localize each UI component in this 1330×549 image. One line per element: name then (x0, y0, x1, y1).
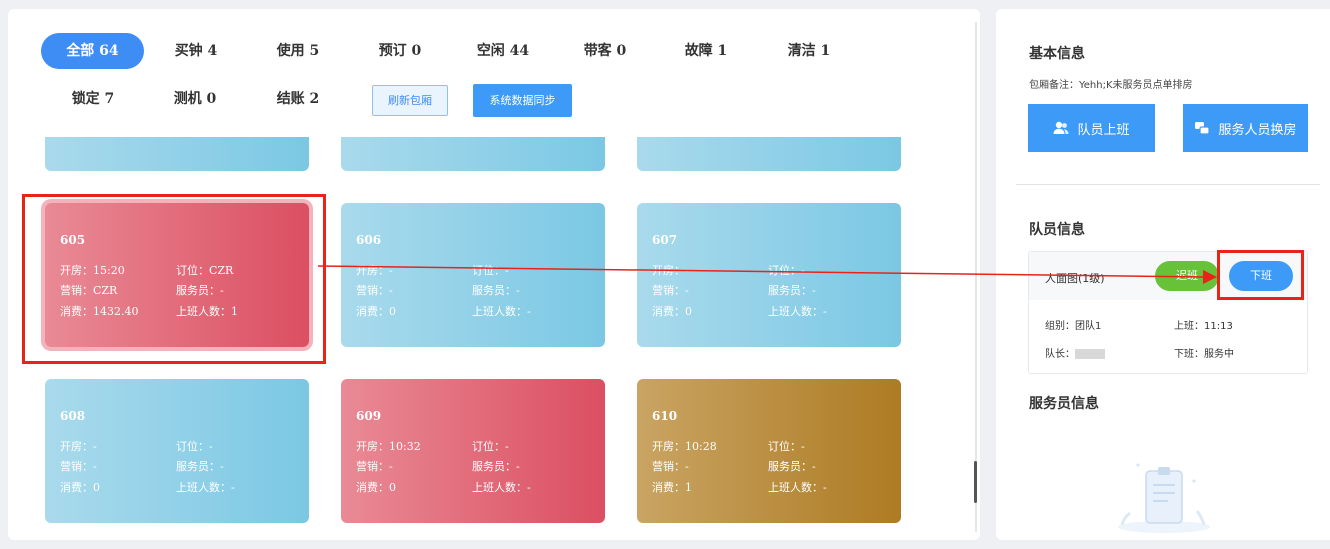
team-info-title: 队员信息 (1029, 222, 1085, 238)
room-sales: 营销：- (652, 284, 689, 297)
room-reservation: 订位：- (176, 440, 213, 453)
room-number: 606 (356, 233, 382, 247)
refresh-rooms-button[interactable]: 刷新包厢 (372, 85, 448, 116)
room-number: 607 (652, 233, 678, 247)
off-duty-button[interactable]: 下班 (1229, 261, 1293, 291)
member-leader: 队长： (1045, 345, 1105, 360)
tab-in-use[interactable]: 使用 5 (258, 33, 338, 69)
tab-checkout[interactable]: 结账 2 (258, 81, 338, 117)
room-sales: 营销：- (356, 284, 393, 297)
room-spend: 消费：0 (356, 305, 396, 318)
tab-testing[interactable]: 测机 0 (155, 81, 235, 117)
room-staff-count: 上班人数：- (472, 481, 531, 494)
room-card-606[interactable]: 606 开房：- 订位：- 营销：- 服务员：- 消费：0 上班人数：- (341, 203, 605, 347)
room-open-time: 开房：- (652, 264, 689, 277)
basic-info-title: 基本信息 (1029, 46, 1085, 62)
room-card-partial[interactable] (45, 137, 309, 171)
member-card-header: 人面图(1级) 迟班 下班 (1029, 252, 1307, 300)
room-reservation: 订位：- (768, 440, 805, 453)
member-card: 人面图(1级) 迟班 下班 组别：团队1 上班：11:13 队长： 下班：服务中 (1028, 251, 1308, 374)
tab-reserved[interactable]: 预订 0 (360, 33, 440, 69)
room-waiter: 服务员：- (472, 284, 520, 297)
room-number: 609 (356, 409, 382, 423)
room-staff-count: 上班人数：1 (176, 305, 238, 318)
room-card-partial[interactable] (637, 137, 901, 171)
room-number: 610 (652, 409, 678, 423)
swap-icon (1195, 122, 1211, 135)
member-on-duty-label: 队员上班 (1077, 122, 1130, 138)
room-open-time: 开房：10:32 (356, 440, 421, 453)
room-note: 包厢备注：Yehh;K未服务员点单排房 (1029, 80, 1193, 91)
room-staff-count: 上班人数：- (768, 305, 827, 318)
room-staff-count: 上班人数：- (176, 481, 235, 494)
sync-data-button[interactable]: 系统数据同步 (473, 84, 572, 117)
room-spend: 消费：0 (652, 305, 692, 318)
room-reservation: 订位：CZR (176, 264, 234, 277)
tab-locked[interactable]: 锁定 7 (53, 81, 133, 117)
room-waiter: 服务员：- (768, 460, 816, 473)
room-spend: 消费：1 (652, 481, 692, 494)
users-icon (1053, 121, 1069, 134)
room-card-partial[interactable] (341, 137, 605, 171)
room-sales: 营销：CZR (60, 284, 118, 297)
waiter-info-title: 服务员信息 (1029, 396, 1099, 412)
room-spend: 消费：0 (356, 481, 396, 494)
empty-clipboard-icon (1118, 463, 1210, 533)
member-off-time: 下班：服务中 (1174, 349, 1234, 360)
room-waiter: 服务员：- (176, 284, 224, 297)
room-reservation: 订位：- (768, 264, 805, 277)
swap-staff-room-button[interactable]: 服务人员换房 (1183, 104, 1308, 152)
info-panel: 基本信息 包厢备注：Yehh;K未服务员点单排房 队员上班 服务人员换房 队员信… (996, 9, 1330, 540)
room-waiter: 服务员：- (768, 284, 816, 297)
room-card-609[interactable]: 609 开房：10:32 订位：- 营销：- 服务员：- 消费：0 上班人数：- (341, 379, 605, 523)
room-waiter: 服务员：- (176, 460, 224, 473)
room-open-time: 开房：10:28 (652, 440, 717, 453)
room-waiter: 服务员：- (472, 460, 520, 473)
room-card-605[interactable]: 605 开房：15:20 订位：CZR 营销：CZR 服务员：- 消费：1432… (45, 203, 309, 347)
tab-buy-time[interactable]: 买钟 4 (156, 33, 236, 69)
tab-all[interactable]: 全部 64 (41, 33, 144, 69)
room-card-607[interactable]: 607 开房：- 订位：- 营销：- 服务员：- 消费：0 上班人数：- (637, 203, 901, 347)
swap-staff-room-label: 服务人员换房 (1218, 122, 1297, 138)
room-open-time: 开房：15:20 (60, 264, 125, 277)
member-on-time: 上班：11:13 (1174, 321, 1233, 332)
room-spend: 消费：1432.40 (60, 305, 139, 318)
room-open-time: 开房：- (356, 264, 393, 277)
room-reservation: 订位：- (472, 264, 509, 277)
section-divider (1016, 184, 1320, 185)
room-sales: 营销：- (652, 460, 689, 473)
room-panel: 全部 64 买钟 4 使用 5 预订 0 空闲 44 带客 0 故障 1 清洁 … (8, 9, 980, 540)
room-staff-count: 上班人数：- (768, 481, 827, 494)
scrollbar-track[interactable] (975, 22, 977, 532)
room-card-608[interactable]: 608 开房：- 订位：- 营销：- 服务员：- 消费：0 上班人数：- (45, 379, 309, 523)
member-group: 组别：团队1 (1045, 321, 1102, 332)
room-number: 608 (60, 409, 86, 423)
member-on-duty-button[interactable]: 队员上班 (1028, 104, 1155, 152)
tab-fault[interactable]: 故障 1 (666, 33, 746, 69)
room-sales: 营销：- (356, 460, 393, 473)
room-open-time: 开房：- (60, 440, 97, 453)
tab-cleaning[interactable]: 清洁 1 (769, 33, 849, 69)
room-spend: 消费：0 (60, 481, 100, 494)
tab-with-guest[interactable]: 带客 0 (565, 33, 645, 69)
scrollbar-thumb[interactable] (974, 461, 977, 503)
room-reservation: 订位：- (472, 440, 509, 453)
redacted-value (1075, 349, 1105, 359)
room-staff-count: 上班人数：- (472, 305, 531, 318)
member-status-badge: 迟班 (1155, 261, 1219, 291)
room-card-610[interactable]: 610 开房：10:28 订位：- 营销：- 服务员：- 消费：1 上班人数：- (637, 379, 901, 523)
tab-idle[interactable]: 空闲 44 (463, 33, 543, 69)
room-sales: 营销：- (60, 460, 97, 473)
member-name: 人面图(1级) (1045, 272, 1105, 285)
room-number: 605 (60, 233, 86, 247)
